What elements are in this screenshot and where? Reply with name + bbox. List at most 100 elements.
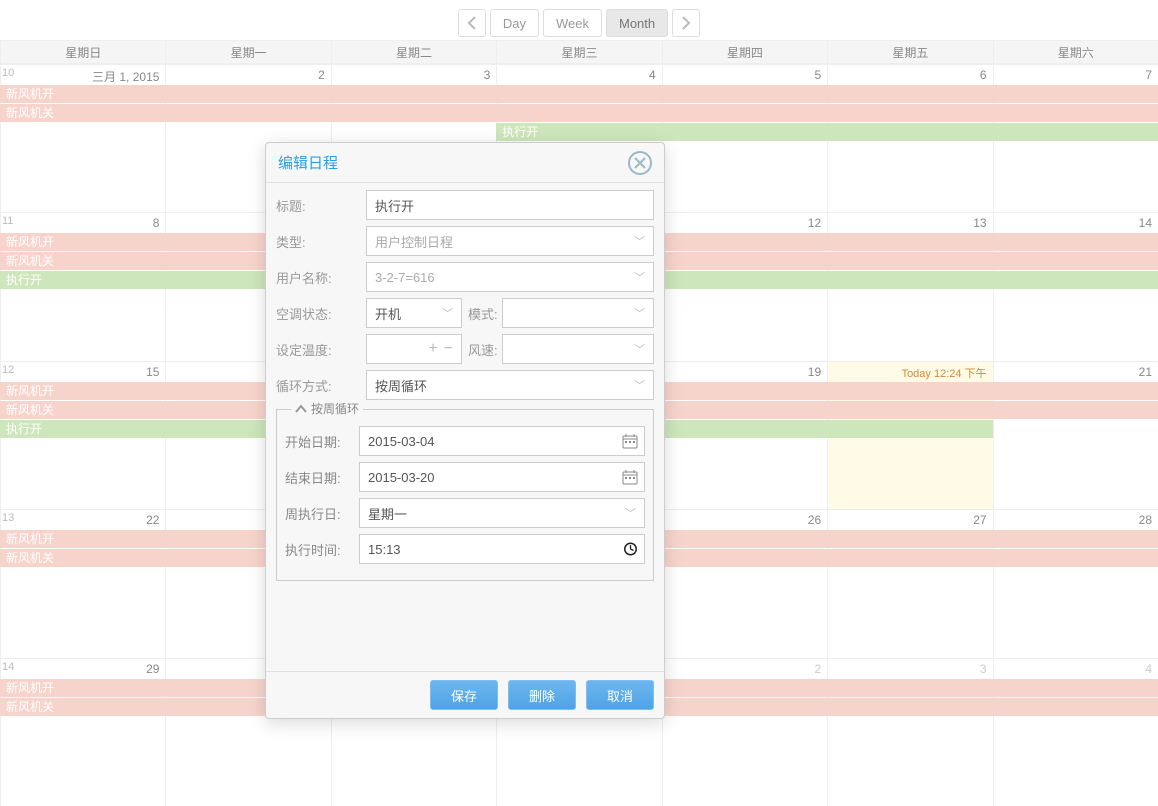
cancel-button[interactable]: 取消 [586, 680, 654, 710]
prev-button[interactable] [458, 9, 486, 37]
edit-schedule-dialog: 编辑日程 标题: 执行开 类型: 用户控制日程﹀ 用户名称: 3-2-7=616… [265, 142, 665, 719]
chevron-down-icon: ﹀ [634, 377, 645, 393]
chevron-left-icon [467, 16, 477, 30]
save-button[interactable]: 保存 [430, 680, 498, 710]
ac-state-select[interactable]: 开机﹀ [366, 298, 462, 328]
day-number: 28 [1139, 513, 1152, 527]
day-cell[interactable]: 22 [0, 510, 165, 657]
fan-select[interactable]: ﹀ [502, 334, 654, 364]
calendar-day-headers: 星期日星期一星期二星期三星期四星期五星期六 [0, 40, 1158, 64]
day-number: 27 [973, 513, 986, 527]
delete-button[interactable]: 删除 [508, 680, 576, 710]
day-cell[interactable]: 4 [993, 659, 1158, 806]
chevron-down-icon: ﹀ [634, 341, 645, 357]
view-day-button[interactable]: Day [490, 9, 539, 37]
chevron-down-icon: ﹀ [634, 233, 645, 249]
chevron-down-icon: ﹀ [634, 269, 645, 285]
weekly-cycle-fieldset: 按周循环 开始日期: 2015-03-04 结束日期: 2015-03-20 [276, 409, 654, 581]
day-number: 29 [146, 662, 159, 676]
day-number: Today 12:24 下午 [902, 365, 987, 381]
day-header: 星期日 [0, 40, 165, 64]
weekday-label: 周执行日: [285, 504, 359, 523]
view-week-button[interactable]: Week [543, 9, 602, 37]
day-cell[interactable]: 14 [993, 213, 1158, 360]
close-icon [634, 157, 646, 169]
day-header: 星期一 [165, 40, 330, 64]
day-number: 4 [1145, 662, 1152, 676]
exec-time-label: 执行时间: [285, 540, 359, 559]
day-cell[interactable]: 21 [993, 362, 1158, 509]
day-number: 15 [146, 365, 159, 379]
start-date-label: 开始日期: [285, 432, 359, 451]
day-cell[interactable]: 5 [662, 65, 827, 212]
day-number: 3 [980, 662, 987, 676]
exec-time-input[interactable]: 15:13 [359, 534, 645, 564]
cycle-select[interactable]: 按周循环﹀ [366, 370, 654, 400]
end-date-label: 结束日期: [285, 468, 359, 487]
cycle-label: 循环方式: [276, 376, 366, 395]
day-cell[interactable]: 29 [0, 659, 165, 806]
calendar-icon [622, 469, 638, 485]
day-number: 21 [1139, 365, 1152, 379]
day-number: 三月 1, 2015 [92, 68, 159, 85]
fan-label: 风速: [468, 340, 498, 359]
chevron-down-icon: ﹀ [442, 305, 453, 321]
day-cell[interactable]: 13 [827, 213, 992, 360]
day-cell[interactable]: 27 [827, 510, 992, 657]
day-number: 2 [318, 68, 325, 82]
next-button[interactable] [672, 9, 700, 37]
day-cell[interactable]: 3 [827, 659, 992, 806]
day-cell[interactable]: 7 [993, 65, 1158, 212]
day-number: 2 [814, 662, 821, 676]
ac-state-label: 空调状态: [276, 304, 366, 323]
fieldset-legend[interactable]: 按周循环 [291, 400, 363, 417]
day-cell[interactable]: 6 [827, 65, 992, 212]
day-cell[interactable]: 12 [662, 213, 827, 360]
close-button[interactable] [628, 151, 652, 175]
dialog-header: 编辑日程 [266, 143, 664, 183]
type-select[interactable]: 用户控制日程﹀ [366, 226, 654, 256]
day-cell[interactable]: Today 12:24 下午 [827, 362, 992, 509]
day-cell[interactable]: 28 [993, 510, 1158, 657]
title-input[interactable]: 执行开 [366, 190, 654, 220]
chevron-down-icon: ﹀ [625, 505, 636, 521]
day-number: 26 [808, 513, 821, 527]
plus-icon[interactable]: + [428, 341, 437, 357]
clock-icon [623, 542, 638, 557]
minus-icon[interactable]: − [444, 341, 453, 357]
day-cell[interactable]: 2 [662, 659, 827, 806]
mode-label: 模式: [468, 304, 498, 323]
dialog-title: 编辑日程 [278, 152, 338, 173]
day-cell[interactable]: 26 [662, 510, 827, 657]
day-header: 星期五 [827, 40, 992, 64]
user-select[interactable]: 3-2-7=616﹀ [366, 262, 654, 292]
day-number: 4 [649, 68, 656, 82]
view-toolbar: Day Week Month [0, 0, 1158, 40]
weekday-select[interactable]: 星期一﹀ [359, 498, 645, 528]
temp-label: 设定温度: [276, 340, 366, 359]
day-cell[interactable]: 三月 1, 2015 [0, 65, 165, 212]
day-number: 19 [808, 365, 821, 379]
view-month-button[interactable]: Month [606, 9, 668, 37]
day-number: 14 [1139, 216, 1152, 230]
user-label: 用户名称: [276, 268, 366, 287]
day-cell[interactable]: 8 [0, 213, 165, 360]
day-header: 星期四 [662, 40, 827, 64]
dialog-body: 标题: 执行开 类型: 用户控制日程﹀ 用户名称: 3-2-7=616﹀ 空调状… [266, 183, 664, 591]
start-date-input[interactable]: 2015-03-04 [359, 426, 645, 456]
type-label: 类型: [276, 232, 366, 251]
dialog-footer: 保存 删除 取消 [266, 671, 664, 718]
day-cell[interactable]: 19 [662, 362, 827, 509]
day-header: 星期三 [496, 40, 661, 64]
end-date-input[interactable]: 2015-03-20 [359, 462, 645, 492]
day-header: 星期六 [993, 40, 1158, 64]
day-cell[interactable]: 15 [0, 362, 165, 509]
title-label: 标题: [276, 196, 366, 215]
day-number: 12 [808, 216, 821, 230]
day-number: 3 [484, 68, 491, 82]
day-number: 5 [814, 68, 821, 82]
day-number: 8 [153, 216, 160, 230]
calendar-icon [622, 433, 638, 449]
mode-select[interactable]: ﹀ [502, 298, 654, 328]
temp-stepper[interactable]: + − [366, 334, 462, 364]
